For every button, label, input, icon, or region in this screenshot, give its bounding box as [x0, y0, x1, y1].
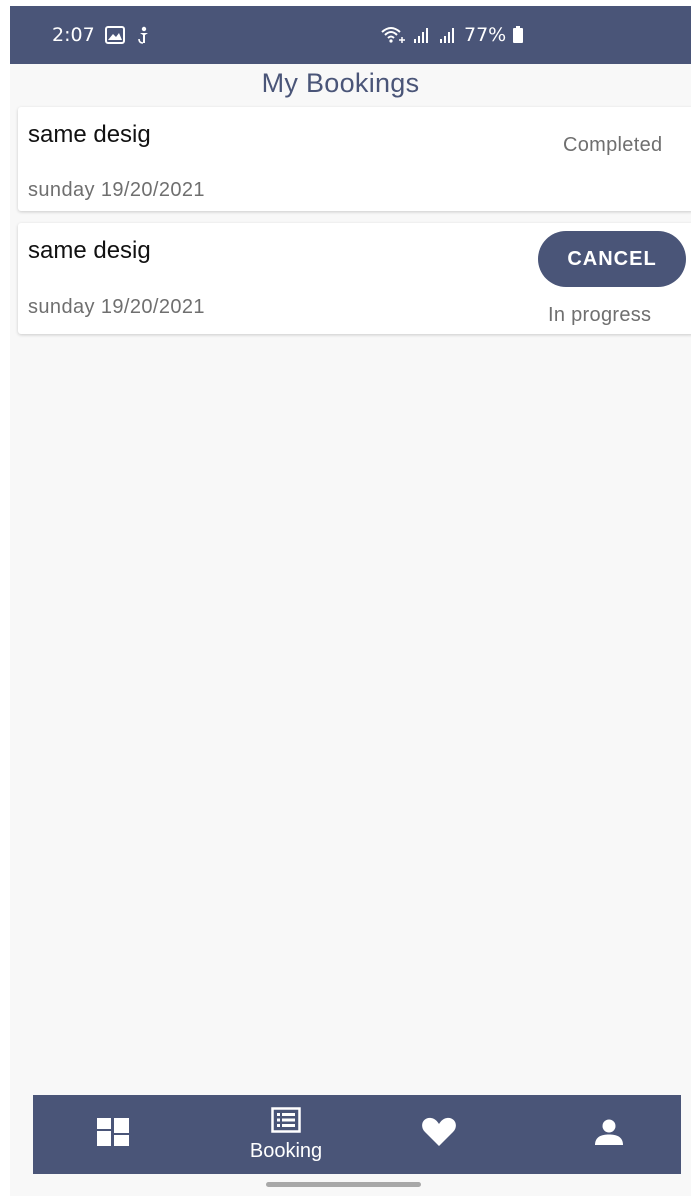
battery-icon: [512, 26, 524, 44]
status-bar: 2:07 77%: [10, 6, 691, 64]
home-indicator[interactable]: [266, 1182, 421, 1187]
page-title: My Bookings: [261, 68, 420, 98]
bottom-nav: Booking: [33, 1095, 681, 1174]
signal-icon: [412, 26, 432, 44]
status-left: 2:07: [52, 24, 153, 46]
status-time: 2:07: [52, 24, 95, 46]
wifi-icon: [380, 26, 406, 44]
battery-percentage: 77%: [464, 24, 507, 46]
nav-favorites[interactable]: [399, 1095, 479, 1174]
booking-title: same desig: [28, 121, 151, 148]
booking-date: sunday 19/20/2021: [28, 296, 205, 318]
status-right: 77%: [380, 24, 524, 46]
heart-icon: [421, 1117, 457, 1152]
cancel-button[interactable]: CANCEL: [538, 231, 686, 287]
nav-booking[interactable]: Booking: [221, 1095, 351, 1174]
accessibility-icon: [135, 26, 153, 44]
booking-date: sunday 19/20/2021: [28, 179, 205, 201]
booking-card[interactable]: same desig Completed sunday 19/20/2021: [18, 107, 691, 211]
nav-dashboard[interactable]: [73, 1095, 153, 1174]
nav-profile[interactable]: [569, 1095, 649, 1174]
booking-title: same desig: [28, 237, 151, 264]
booking-status: Completed: [563, 134, 663, 156]
nav-booking-label: Booking: [249, 1139, 323, 1162]
booking-status: In progress: [548, 304, 652, 326]
gallery-icon: [104, 26, 125, 44]
dashboard-icon: [97, 1118, 129, 1151]
booking-list-icon: [271, 1106, 301, 1138]
booking-card[interactable]: same desig CANCEL sunday 19/20/2021 In p…: [18, 223, 691, 334]
profile-icon: [594, 1119, 624, 1150]
app-screen: 2:07 77% My Bookings same desig Complete…: [10, 6, 691, 1196]
signal-icon: [438, 26, 458, 44]
